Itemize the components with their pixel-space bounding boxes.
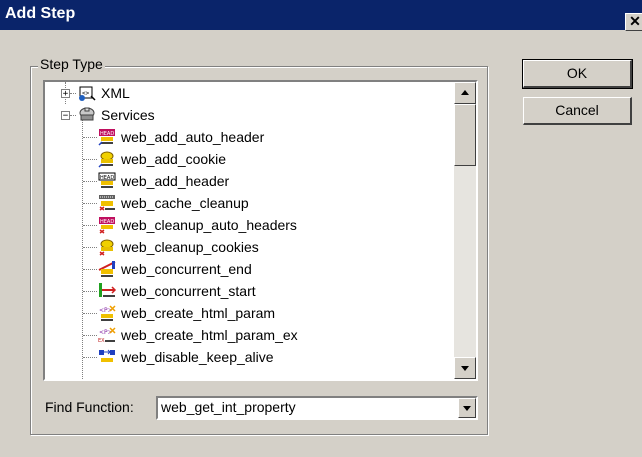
- tree-connector: [83, 225, 97, 226]
- tree-item-label: web_concurrent_start: [121, 283, 256, 299]
- ok-button[interactable]: OK: [522, 59, 633, 89]
- concurrent-icon: [98, 261, 116, 277]
- scroll-thumb[interactable]: [454, 104, 476, 166]
- param-icon: <P>: [99, 305, 116, 321]
- scroll-down-button[interactable]: [454, 357, 476, 379]
- tree-item-label: web_create_html_param_ex: [121, 327, 298, 343]
- tree-item-web-create-html-param[interactable]: <P> web_create_html_param: [45, 302, 454, 324]
- tree-item-label: web_cleanup_auto_headers: [121, 217, 297, 233]
- arrow-up-icon: [461, 90, 469, 95]
- tree-connector: [83, 313, 97, 314]
- tree-item-label: web_cache_cleanup: [121, 195, 249, 211]
- svg-text:EX: EX: [98, 338, 105, 344]
- tree-item-label: web_add_header: [121, 173, 230, 189]
- tree-item-xml[interactable]: + <> XML: [45, 82, 454, 104]
- head-icon: HEAD: [99, 217, 115, 234]
- svg-text:HEAD: HEAD: [100, 175, 114, 181]
- tree-item-web-concurrent-end[interactable]: web_concurrent_end: [45, 258, 454, 280]
- tree-item-web-cache-cleanup[interactable]: web_cache_cleanup: [45, 192, 454, 214]
- cookie-icon: [99, 239, 114, 256]
- tree-connector: [83, 335, 97, 336]
- tree-item-web-add-header[interactable]: HEAD web_add_header: [45, 170, 454, 192]
- tree-item-label: web_create_html_param: [121, 305, 276, 321]
- tree-item-label: web_concurrent_end: [121, 261, 252, 277]
- cookie-icon: [98, 151, 114, 168]
- tree-list: + <> XML − Services HEAD web_add_auto_he…: [45, 82, 454, 379]
- tree-connector: [83, 247, 97, 248]
- step-tree[interactable]: + <> XML − Services HEAD web_add_auto_he…: [43, 80, 478, 381]
- head-icon: HEAD: [98, 129, 115, 146]
- find-function-label: Find Function:: [45, 399, 134, 415]
- tree-item-web-cleanup-cookies[interactable]: web_cleanup_cookies: [45, 236, 454, 258]
- concurrent-icon: [99, 283, 117, 297]
- tree-item-web-cleanup-auto-headers[interactable]: HEAD web_cleanup_auto_headers: [45, 214, 454, 236]
- tree-item-web-create-html-param-ex[interactable]: <P> EX web_create_html_param_ex: [45, 324, 454, 346]
- tree-item-services[interactable]: − Services: [45, 104, 454, 126]
- tree-connector: [70, 115, 76, 116]
- tree-connector: [83, 137, 97, 138]
- tree-item-label: web_add_auto_header: [121, 129, 265, 145]
- tree-item-web-concurrent-start[interactable]: web_concurrent_start: [45, 280, 454, 302]
- arrow-down-icon: [461, 366, 469, 371]
- head-icon: HEAD: [98, 172, 116, 188]
- xml-icon: <>: [79, 86, 96, 101]
- tree-item-web-disable-keep-alive[interactable]: web_disable_keep_alive: [45, 346, 454, 368]
- scroll-up-button[interactable]: [454, 82, 476, 104]
- find-function-value[interactable]: web_get_int_property: [161, 399, 296, 415]
- tree-item-label: Services: [101, 107, 155, 123]
- tree-connector: [70, 93, 76, 94]
- expand-icon[interactable]: +: [61, 89, 70, 99]
- tree-connector: [83, 269, 97, 270]
- tree-connector: [83, 159, 97, 160]
- tree-scrollbar[interactable]: [454, 82, 476, 379]
- cache-icon: [99, 195, 115, 211]
- tree-connector: [83, 357, 97, 358]
- window-title: Add Step: [5, 5, 76, 22]
- close-icon: ✕: [629, 13, 641, 29]
- tree-item-label: web_cleanup_cookies: [121, 239, 259, 255]
- tree-item-label: web_add_cookie: [121, 151, 227, 167]
- find-function-dropdown-button[interactable]: [458, 398, 476, 418]
- param-icon: <P> EX: [98, 327, 116, 344]
- title-bar: Add Step: [0, 0, 642, 30]
- step-type-label: Step Type: [38, 56, 105, 72]
- svg-text:HEAD: HEAD: [100, 131, 114, 137]
- chevron-down-icon: [463, 406, 471, 411]
- tree-item-web-add-cookie[interactable]: web_add_cookie: [45, 148, 454, 170]
- services-icon: [79, 107, 95, 121]
- cancel-button[interactable]: Cancel: [523, 97, 632, 125]
- tree-item-label: XML: [101, 85, 130, 101]
- svg-text:HEAD: HEAD: [100, 219, 114, 225]
- close-button[interactable]: ✕: [625, 13, 642, 31]
- tree-item-web-add-auto-header[interactable]: HEAD web_add_auto_header: [45, 126, 454, 148]
- collapse-icon[interactable]: −: [61, 111, 70, 121]
- find-function-combo[interactable]: web_get_int_property: [156, 396, 478, 420]
- tree-connector: [83, 291, 97, 292]
- tree-item-label: web_disable_keep_alive: [121, 349, 274, 365]
- keepalive-icon: [99, 349, 115, 362]
- tree-connector: [83, 203, 97, 204]
- tree-connector: [83, 181, 97, 182]
